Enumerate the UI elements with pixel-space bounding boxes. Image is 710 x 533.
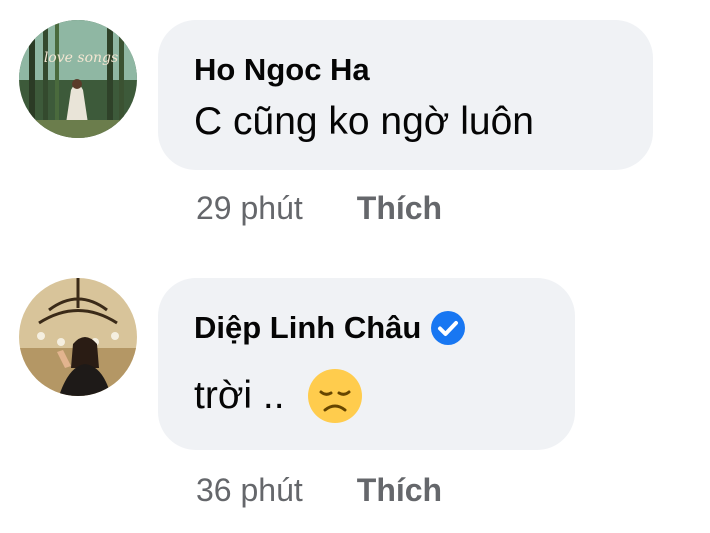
comment-meta: 36 phút Thích bbox=[196, 472, 442, 509]
avatar[interactable] bbox=[19, 278, 137, 396]
like-button[interactable]: Thích bbox=[357, 472, 442, 509]
comment-text: trời .. bbox=[194, 368, 539, 424]
verified-badge-icon bbox=[431, 311, 466, 345]
comment-text-content: trời .. bbox=[194, 374, 285, 417]
disappointed-face-emoji-icon bbox=[307, 369, 362, 423]
comment-item: Diệp Linh Châu trời .. 36 phút Thích bbox=[0, 0, 710, 533]
author-row: Diệp Linh Châu bbox=[194, 308, 539, 348]
profile-photo-icon bbox=[19, 278, 137, 396]
author-name[interactable]: Diệp Linh Châu bbox=[194, 310, 421, 346]
comment-time[interactable]: 36 phút bbox=[196, 472, 303, 509]
comment-bubble: Diệp Linh Châu trời .. bbox=[158, 278, 575, 450]
